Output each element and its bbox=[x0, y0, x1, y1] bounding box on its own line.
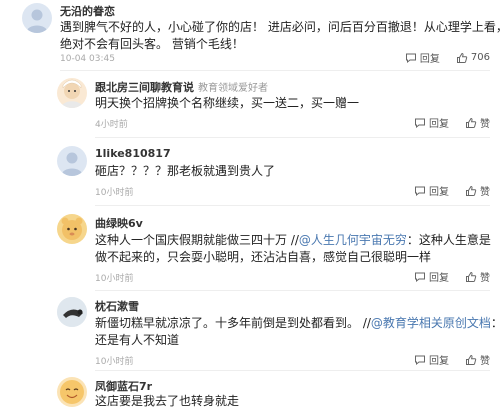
thumbs-up-icon bbox=[456, 52, 468, 63]
reply-text-part: 新僵切糕早就凉凉了。十多年前倒是到处都看到。 // bbox=[95, 316, 371, 330]
timestamp: 10小时前 bbox=[95, 274, 134, 284]
username[interactable]: 跟北房三间聊教育说 教育领域爱好者 bbox=[95, 79, 268, 95]
avatar[interactable] bbox=[57, 377, 87, 407]
reply-text: 这种人一个国庆假期就能做三四十万 //@人生几何宇宙无穷：这种人生意是 bbox=[95, 231, 491, 249]
reply-actions: 回复 赞 bbox=[414, 115, 490, 130]
username[interactable]: 曲绿映6v bbox=[95, 215, 143, 231]
divider bbox=[95, 290, 490, 291]
like-label: 赞 bbox=[480, 356, 490, 367]
reply-item: 枕石漱雪 新僵切糕早就凉凉了。十多年前倒是到处都看到。 //@教育学相关原创文档… bbox=[0, 294, 500, 368]
avatar-image bbox=[61, 79, 83, 108]
reply-item: 凤御蓝石7r 这店要是我去了也转身就走 bbox=[0, 374, 500, 409]
timestamp: 4小时前 bbox=[95, 120, 128, 130]
reply-label: 回复 bbox=[429, 356, 449, 367]
reply-text: 这店要是我去了也转身就走 bbox=[95, 394, 240, 408]
timestamp: 10-04 03:45 bbox=[60, 54, 115, 64]
default-user-icon bbox=[26, 9, 48, 33]
reply-icon bbox=[415, 186, 425, 196]
reply-item: 1like810817 砸店？？？？那老板就遇到贵人了 10小时前 回复 赞 bbox=[0, 143, 500, 201]
comment-text-line: 遇到脾气不好的人，小心碰了你的店！ 进店必问，问后百分百撤退！从心理学上看， bbox=[60, 20, 500, 34]
thumbs-up-icon bbox=[466, 117, 477, 128]
avatar-image bbox=[60, 380, 84, 404]
timestamp: 10小时前 bbox=[95, 188, 134, 198]
like-count: 706 bbox=[470, 52, 490, 63]
like-button[interactable]: 赞 bbox=[465, 269, 490, 284]
reply-actions: 回复 赞 bbox=[414, 352, 490, 367]
reply-icon bbox=[415, 355, 425, 365]
thumbs-up-icon bbox=[466, 354, 477, 365]
reply-text-line: 做不起来的，只会耍小聪明，还沾沾自喜，感觉自己很聪明一样 bbox=[95, 250, 432, 264]
avatar-image bbox=[61, 217, 83, 240]
reply-text-part: ：这种人生意是 bbox=[406, 233, 491, 247]
reply-label: 回复 bbox=[429, 119, 449, 130]
reply-icon bbox=[415, 272, 425, 282]
like-button[interactable]: 赞 bbox=[465, 115, 490, 130]
like-button[interactable]: 赞 bbox=[465, 183, 490, 198]
like-label: 赞 bbox=[480, 187, 490, 198]
reply-item: 跟北房三间聊教育说 教育领域爱好者 明天换个招牌换个名称继续，买一送二，买一赠一 … bbox=[0, 75, 500, 133]
divider bbox=[95, 370, 490, 371]
reply-button[interactable]: 回复 bbox=[414, 269, 449, 284]
timestamp: 10小时前 bbox=[95, 357, 134, 367]
username[interactable]: 1like810817 bbox=[95, 147, 171, 160]
avatar[interactable] bbox=[57, 214, 87, 244]
like-label: 赞 bbox=[480, 273, 490, 284]
like-button[interactable]: 赞 bbox=[465, 352, 490, 367]
reply-actions: 回复 赞 bbox=[414, 183, 490, 198]
thumbs-up-icon bbox=[466, 271, 477, 282]
reply-text-part: 这种人一个国庆假期就能做三四十万 // bbox=[95, 233, 299, 247]
avatar[interactable] bbox=[57, 78, 87, 108]
mention-link[interactable]: @人生几何宇宙无穷 bbox=[299, 233, 407, 247]
like-button[interactable]: 706 bbox=[456, 52, 490, 64]
reply-label: 回复 bbox=[419, 54, 440, 65]
main-comment: 无沿的眷恋 遇到脾气不好的人，小心碰了你的店！ 进店必问，问后百分百撤退！从心理… bbox=[0, 0, 500, 66]
thumbs-up-icon bbox=[466, 185, 477, 196]
reply-label: 回复 bbox=[429, 273, 449, 284]
reply-item: 曲绿映6v 这种人一个国庆假期就能做三四十万 //@人生几何宇宙无穷：这种人生意… bbox=[0, 211, 500, 287]
avatar[interactable] bbox=[57, 297, 87, 327]
comment-text-line: 绝对不会有回头客。 营销个毛线！ bbox=[60, 37, 244, 51]
reply-text-line: 还是有人不知道 bbox=[95, 333, 180, 347]
reply-icon bbox=[415, 118, 425, 128]
reply-text-part: ： bbox=[491, 316, 500, 330]
avatar[interactable] bbox=[57, 146, 87, 176]
like-label: 赞 bbox=[480, 119, 490, 130]
avatar-image bbox=[57, 297, 87, 327]
reply-icon bbox=[405, 53, 416, 63]
reply-button[interactable]: 回复 bbox=[405, 50, 440, 65]
reply-text: 明天换个招牌换个名称继续，买一送二，买一赠一 bbox=[95, 96, 360, 110]
comment-thread: 无沿的眷恋 遇到脾气不好的人，小心碰了你的店！ 进店必问，问后百分百撤退！从心理… bbox=[0, 0, 500, 409]
user-badge: 教育领域爱好者 bbox=[198, 83, 268, 94]
username-text: 跟北房三间聊教育说 bbox=[95, 81, 194, 94]
reply-label: 回复 bbox=[429, 187, 449, 198]
reply-actions: 回复 赞 bbox=[414, 269, 490, 284]
reply-button[interactable]: 回复 bbox=[414, 352, 449, 367]
default-user-icon bbox=[61, 152, 83, 176]
username[interactable]: 枕石漱雪 bbox=[95, 298, 139, 314]
reply-button[interactable]: 回复 bbox=[414, 183, 449, 198]
reply-text: 砸店？？？？那老板就遇到贵人了 bbox=[95, 164, 276, 178]
divider bbox=[95, 205, 490, 206]
divider bbox=[60, 70, 490, 71]
mention-link[interactable]: @教育学相关原创文档 bbox=[371, 316, 491, 330]
reply-button[interactable]: 回复 bbox=[414, 115, 449, 130]
reply-text: 新僵切糕早就凉凉了。十多年前倒是到处都看到。 //@教育学相关原创文档： bbox=[95, 314, 500, 332]
username[interactable]: 无沿的眷恋 bbox=[60, 3, 115, 19]
divider bbox=[95, 137, 490, 138]
comment-actions: 回复 706 bbox=[405, 50, 490, 65]
avatar[interactable] bbox=[22, 3, 52, 33]
